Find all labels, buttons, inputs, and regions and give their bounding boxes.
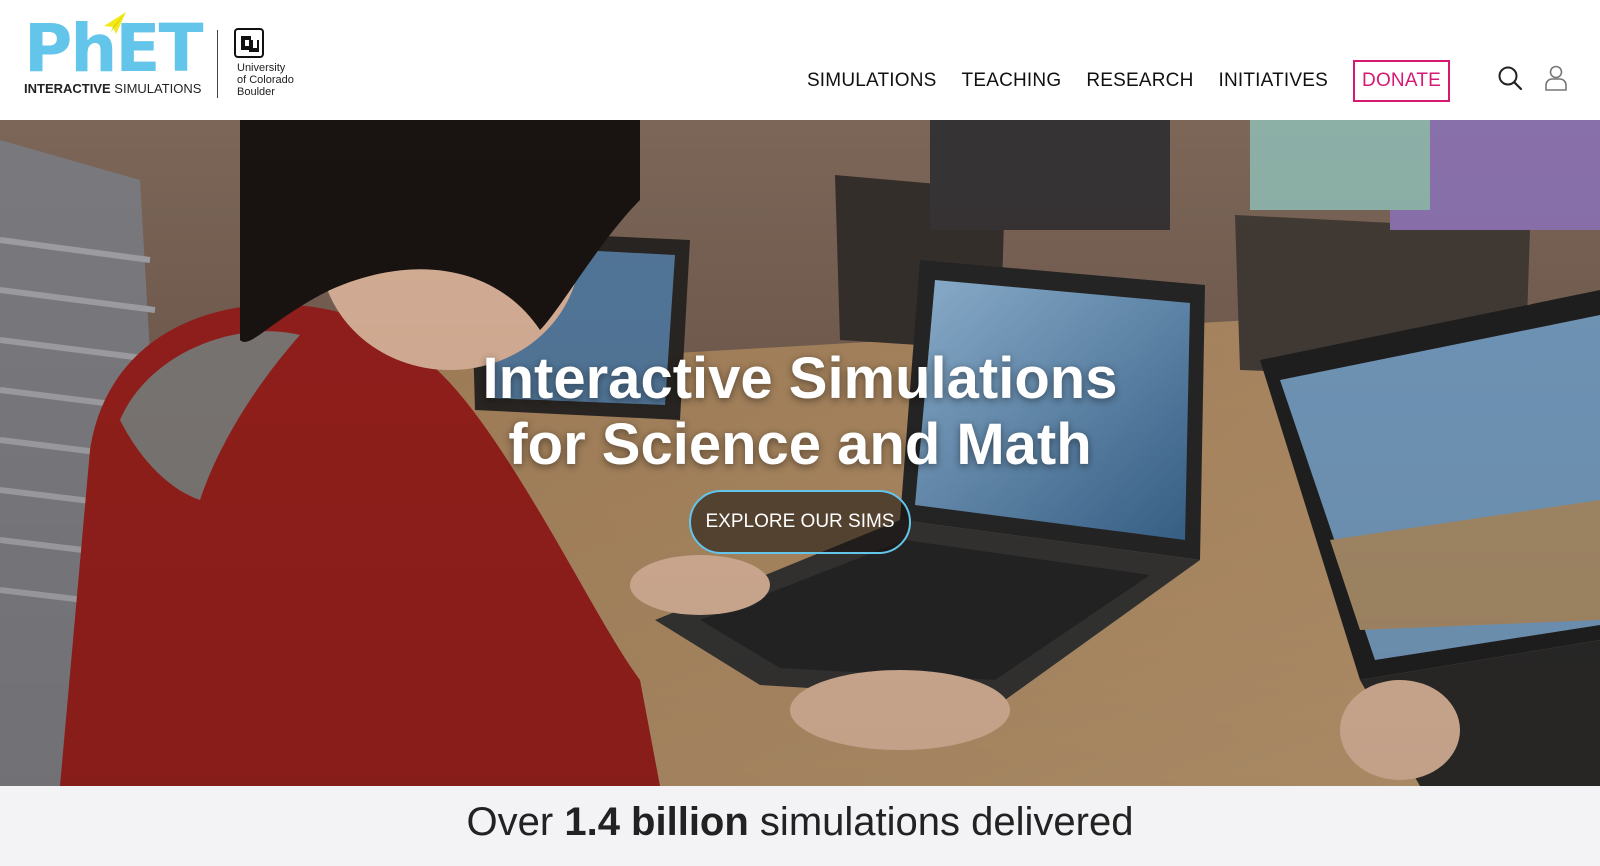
search-icon	[1498, 66, 1523, 91]
phet-logo[interactable]: PhET INTERACTIVE SIMULATIONS University …	[24, 12, 314, 102]
nav-teaching[interactable]: TEACHING	[962, 70, 1062, 92]
main-nav: SIMULATIONS TEACHING RESEARCH INITIATIVE…	[807, 60, 1450, 102]
simulations-delivered-stat: Over 1.4 billion simulations delivered	[466, 800, 1134, 844]
nav-simulations[interactable]: SIMULATIONS	[807, 70, 937, 92]
logo-divider	[217, 30, 218, 98]
hero-section: Interactive Simulations for Science and …	[0, 120, 1600, 786]
phet-logo-mark: PhET	[24, 12, 203, 88]
stats-banner: Over 1.4 billion simulations delivered	[0, 786, 1600, 866]
university-name: University of Colorado Boulder	[237, 62, 294, 98]
nav-research[interactable]: RESEARCH	[1086, 70, 1193, 92]
hero-title-line-1: Interactive Simulations	[482, 346, 1118, 411]
hero-title-line-2: for Science and Math	[508, 412, 1092, 477]
search-button[interactable]	[1494, 62, 1526, 94]
account-button[interactable]	[1540, 62, 1572, 94]
paper-plane-icon	[104, 12, 126, 34]
hero-title: Interactive Simulations for Science and …	[0, 346, 1600, 478]
nav-initiatives[interactable]: INITIATIVES	[1219, 70, 1329, 92]
donate-button[interactable]: DONATE	[1353, 60, 1450, 102]
stat-highlight: 1.4 billion	[564, 800, 749, 844]
explore-sims-button[interactable]: EXPLORE OUR SIMS	[689, 490, 911, 554]
cu-boulder-logo-icon	[234, 28, 264, 58]
site-header: PhET INTERACTIVE SIMULATIONS University …	[0, 0, 1600, 120]
phet-logo-subtitle: INTERACTIVE SIMULATIONS	[24, 81, 202, 96]
user-icon	[1545, 65, 1567, 91]
